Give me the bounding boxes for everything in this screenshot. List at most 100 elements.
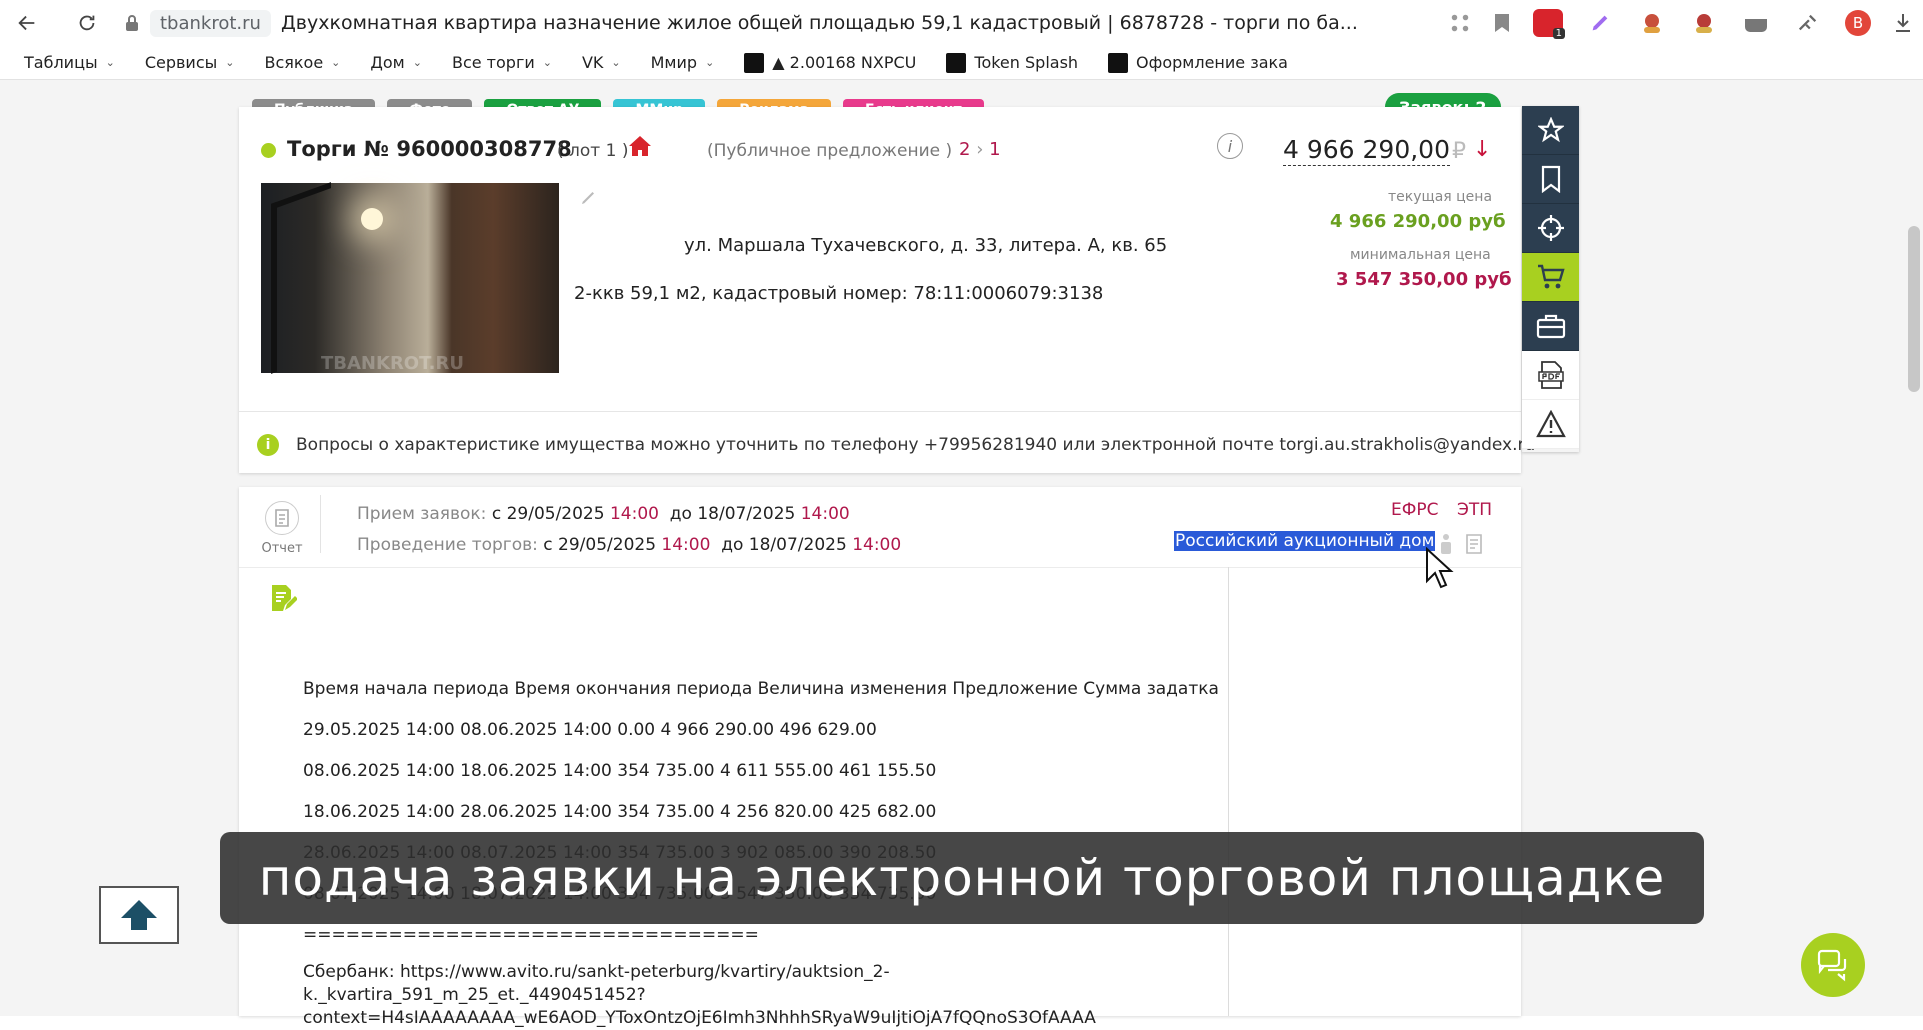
- back-icon[interactable]: [12, 8, 42, 38]
- status-dot: [261, 143, 276, 158]
- star-button[interactable]: [1522, 106, 1579, 155]
- tray-ext-icon[interactable]: [1741, 9, 1771, 37]
- chevron-down-icon: ⌄: [105, 56, 115, 69]
- bookmark-item[interactable]: Таблицы ⌄: [24, 53, 115, 72]
- lot-number: ( лот 1 ): [557, 141, 629, 161]
- target-button[interactable]: [1522, 204, 1579, 253]
- table-row: Время начала периода Время окончания пер…: [303, 679, 1219, 699]
- bookmark-item[interactable]: ▲ 2.00168 NXPCU: [744, 52, 916, 73]
- bookmark-label: Всякое: [264, 53, 324, 72]
- bookmark-item[interactable]: Дом ⌄: [370, 53, 422, 72]
- crosshair-icon: [1537, 215, 1564, 241]
- accept-to-time: 14:00: [800, 504, 850, 524]
- chat-icon: [1817, 949, 1847, 982]
- calendar-ext-icon[interactable]: 1: [1533, 9, 1565, 39]
- current-price-label: текущая цена: [1388, 189, 1493, 205]
- bookmark-favicon-icon: [1108, 52, 1129, 73]
- bookmark-button[interactable]: [1522, 155, 1579, 204]
- browser-toolbar: tbankrot.ru Двухкомнатная квартира назна…: [0, 0, 1923, 46]
- hold-from: с 29/05/2025: [543, 535, 657, 555]
- lot-title[interactable]: Торги № 960000308778: [287, 137, 572, 161]
- auction-details-card: Отчет Прием заявок: с 29/05/2025 14:00 д…: [239, 487, 1521, 1028]
- links-block: Сбербанк: https://www.avito.ru/sankt-pet…: [303, 961, 1096, 1030]
- profile-b-icon[interactable]: B: [1845, 10, 1871, 36]
- link-line[interactable]: context=H4sIAAAAAAAA_wE6AOD_YToxOntzOjE6…: [303, 1007, 1096, 1030]
- warning-button[interactable]: [1522, 400, 1579, 449]
- lock-icon: [126, 15, 138, 31]
- bookmark-label: VK: [581, 53, 604, 72]
- apps-icon[interactable]: [1449, 12, 1471, 34]
- accept-from: с 29/05/2025: [491, 504, 605, 524]
- bookmark-favicon-icon: [744, 52, 765, 73]
- scrollbar-thumb[interactable]: [1908, 226, 1920, 392]
- bookmark-icon[interactable]: [1493, 12, 1511, 34]
- min-price: 3 547 350,00 руб: [1336, 269, 1512, 290]
- stage-separator: ›: [976, 139, 984, 160]
- bookmark-item[interactable]: Оформление зака: [1108, 52, 1288, 73]
- link-line[interactable]: k._kvartira_591_m_25_et._4490451452?: [303, 984, 1096, 1007]
- photo-watermark: TBANKROT.RU: [321, 353, 464, 374]
- lot-stages[interactable]: 2 › 1: [959, 139, 1001, 160]
- bookmarks-bar: Таблицы ⌄ Сервисы ⌄ Всякое ⌄ Дом ⌄ Все торги ⌄ VK ⌄…: [0, 46, 1923, 80]
- efrs-link[interactable]: ЕФРС: [1391, 500, 1439, 520]
- lot-description: 2-ккв 59,1 м2, кадастровый номер: 78:11:…: [574, 283, 1104, 304]
- chevron-down-icon: ⌄: [705, 56, 715, 69]
- pdf-icon: [1537, 361, 1564, 389]
- avatar2-ext-icon[interactable]: [1689, 9, 1719, 37]
- lot-card: Торги № 960000308778 ( лот 1 ) (Публично…: [239, 107, 1535, 473]
- briefcase-icon: [1536, 314, 1565, 339]
- address-bar[interactable]: tbankrot.ru Двухкомнатная квартира назна…: [124, 6, 1358, 40]
- bookmark-item[interactable]: Все торги ⌄: [452, 53, 552, 72]
- warning-icon: [1535, 410, 1566, 438]
- briefcase-button[interactable]: [1522, 302, 1579, 351]
- edit-document-icon[interactable]: [269, 583, 298, 617]
- lot-price[interactable]: 4 966 290,00: [1283, 135, 1450, 166]
- organizer-link[interactable]: Российский аукционный дом: [1174, 531, 1436, 551]
- currency-symbol: ₽: [1452, 139, 1466, 164]
- extension-icons: 1 B: [1449, 6, 1913, 40]
- chat-button[interactable]: [1801, 933, 1865, 997]
- tool-ext-icon[interactable]: [1793, 9, 1823, 37]
- reload-icon[interactable]: [72, 8, 102, 38]
- avatar-ext-icon[interactable]: [1637, 9, 1667, 37]
- lot-photo[interactable]: TBANKROT.RU: [261, 182, 559, 374]
- hold-to-time: 14:00: [852, 535, 902, 555]
- chevron-down-icon: ⌄: [412, 56, 422, 69]
- pdf-button[interactable]: [1522, 351, 1579, 400]
- mouse-cursor-icon: [1425, 546, 1455, 595]
- document-icon[interactable]: [1465, 533, 1483, 559]
- chevron-down-icon: ⌄: [225, 56, 235, 69]
- link-line[interactable]: Сбербанк: https://www.avito.ru/sankt-pet…: [303, 961, 1096, 984]
- scrollbar[interactable]: [1905, 80, 1923, 1016]
- bookmark-item[interactable]: Всякое ⌄: [264, 53, 340, 72]
- bookmark-item[interactable]: Ммир ⌄: [651, 53, 715, 72]
- info-icon[interactable]: i: [1217, 133, 1243, 159]
- bookmark-item[interactable]: VK ⌄: [582, 53, 621, 72]
- accept-label: Прием заявок:: [357, 504, 487, 524]
- bookmark-favicon-icon: [946, 52, 967, 73]
- notice-text: Вопросы о характеристике имущества можно…: [296, 435, 1536, 455]
- stage-to: 1: [989, 139, 1001, 160]
- report-button[interactable]: Отчет: [261, 501, 303, 556]
- report-icon: [265, 501, 299, 535]
- etp-link[interactable]: ЭТП: [1457, 500, 1492, 520]
- price-down-arrow-icon: ↓: [1473, 137, 1492, 162]
- download-icon[interactable]: [1893, 12, 1913, 34]
- pencil-icon[interactable]: [579, 189, 597, 211]
- table-row: 18.06.2025 14:00 28.06.2025 14:00 354 73…: [303, 802, 937, 822]
- hold-from-time: 14:00: [661, 535, 711, 555]
- page-title: Двухкомнатная квартира назначение жилое …: [280, 12, 1358, 34]
- bookmark-label: Таблицы: [24, 53, 98, 72]
- bookmark-label: Token Splash: [974, 53, 1079, 72]
- arrow-up-icon: [121, 900, 157, 930]
- cart-button[interactable]: [1522, 253, 1579, 302]
- lot-type: (Публичное предложение ): [707, 141, 953, 161]
- scroll-top-button[interactable]: [99, 886, 179, 944]
- table-row: 08.06.2025 14:00 18.06.2025 14:00 354 73…: [303, 761, 937, 781]
- bookmark-item[interactable]: Token Splash: [946, 52, 1079, 73]
- bookmark-item[interactable]: Сервисы ⌄: [145, 53, 235, 72]
- url-domain: tbankrot.ru: [150, 9, 271, 37]
- pen-ext-icon[interactable]: [1585, 9, 1615, 37]
- min-price-label: минимальная цена: [1350, 247, 1491, 263]
- report-label: Отчет: [261, 541, 303, 556]
